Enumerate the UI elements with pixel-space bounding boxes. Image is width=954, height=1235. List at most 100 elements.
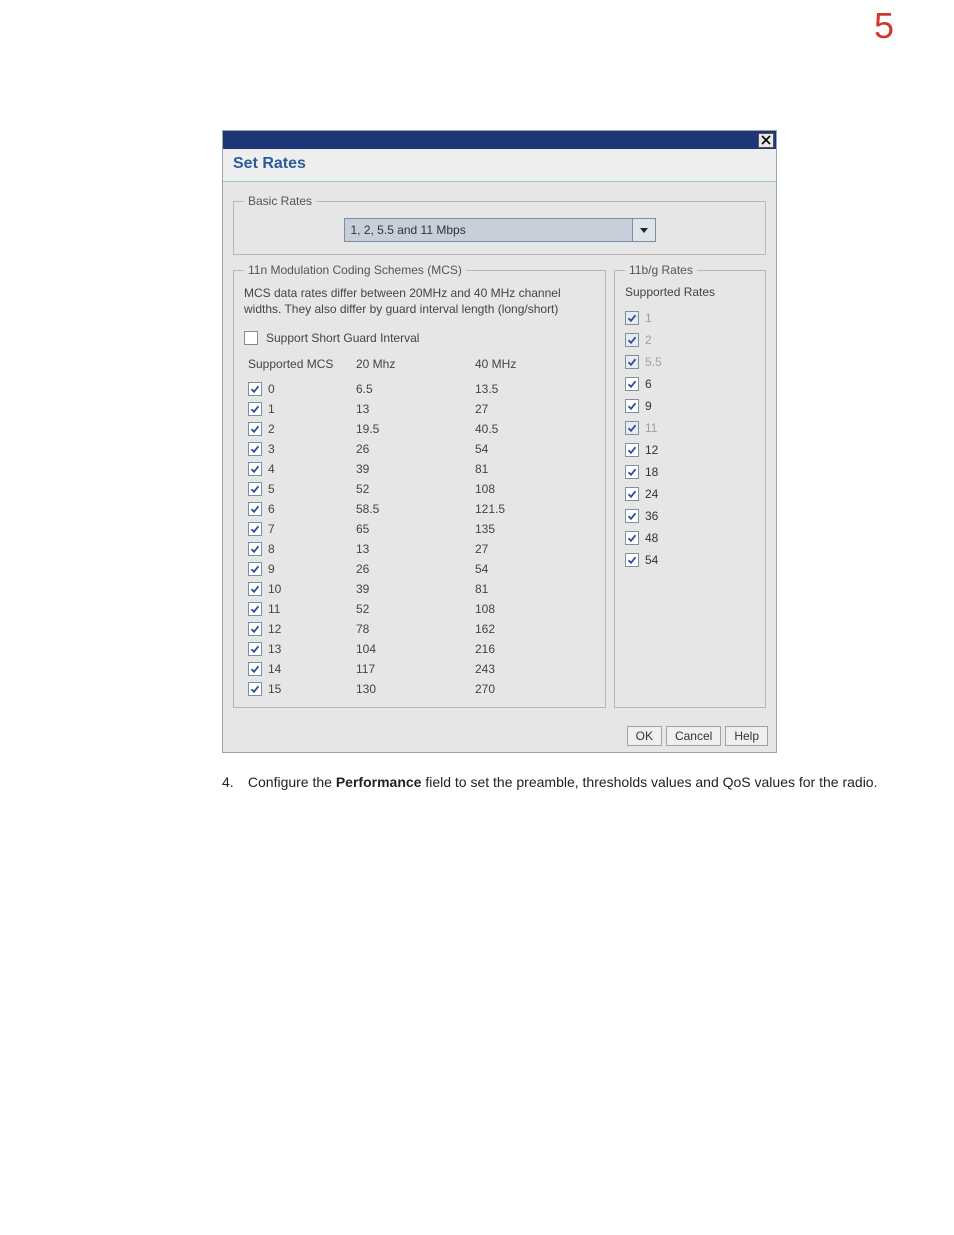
- table-row: 06.513.5: [244, 379, 595, 399]
- rate-label: 11: [645, 421, 657, 435]
- mcs-rate-20: 104: [352, 639, 471, 659]
- mcs-checkbox-2[interactable]: [248, 422, 262, 436]
- mcs-index: 13: [268, 642, 281, 656]
- basic-rates-legend: Basic Rates: [244, 194, 316, 208]
- rate-label: 24: [645, 487, 658, 501]
- mcs-index: 5: [268, 482, 275, 496]
- mcs-rate-40: 270: [471, 679, 595, 699]
- mcs-rate-40: 54: [471, 439, 595, 459]
- mcs-checkbox-4[interactable]: [248, 462, 262, 476]
- cancel-button[interactable]: Cancel: [666, 726, 721, 746]
- ok-button[interactable]: OK: [627, 726, 662, 746]
- rate-checkbox-48[interactable]: [625, 531, 639, 545]
- table-row: 765135: [244, 519, 595, 539]
- dialog-header: Set Rates: [223, 149, 776, 182]
- mcs-rate-40: 81: [471, 579, 595, 599]
- step-post: field to set the preamble, thresholds va…: [421, 774, 877, 790]
- mcs-rate-20: 130: [352, 679, 471, 699]
- dialog-title: Set Rates: [233, 155, 306, 172]
- mcs-index: 1: [268, 402, 275, 416]
- table-row: 11327: [244, 399, 595, 419]
- rate-checkbox-6[interactable]: [625, 377, 639, 391]
- mcs-rate-40: 243: [471, 659, 595, 679]
- table-row: 13 104216: [244, 639, 595, 659]
- mcs-rate-40: 27: [471, 399, 595, 419]
- mcs-checkbox-1[interactable]: [248, 402, 262, 416]
- rate-checkbox-5.5: [625, 355, 639, 369]
- mcs-index: 12: [268, 622, 281, 636]
- rate-label: 2: [645, 333, 652, 347]
- set-rates-dialog: Set Rates Basic Rates 1, 2, 5.5 and 11 M…: [222, 130, 777, 753]
- mcs-checkbox-14[interactable]: [248, 662, 262, 676]
- mcs-checkbox-13[interactable]: [248, 642, 262, 656]
- list-item: 6: [625, 373, 755, 395]
- bg-rates-legend: 11b/g Rates: [625, 263, 697, 277]
- step-pre: Configure the: [248, 774, 336, 790]
- list-item: 9: [625, 395, 755, 417]
- mcs-checkbox-11[interactable]: [248, 602, 262, 616]
- mcs-checkbox-15[interactable]: [248, 682, 262, 696]
- table-row: 552108: [244, 479, 595, 499]
- mcs-checkbox-9[interactable]: [248, 562, 262, 576]
- mcs-rate-40: 81: [471, 459, 595, 479]
- mcs-checkbox-3[interactable]: [248, 442, 262, 456]
- mcs-rate-20: 19.5: [352, 419, 471, 439]
- rate-checkbox-36[interactable]: [625, 509, 639, 523]
- mcs-index: 14: [268, 662, 281, 676]
- list-item: 36: [625, 505, 755, 527]
- rate-checkbox-12[interactable]: [625, 443, 639, 457]
- list-item: 2: [625, 329, 755, 351]
- mcs-note: MCS data rates differ between 20MHz and …: [244, 285, 595, 317]
- list-item: 18: [625, 461, 755, 483]
- rate-checkbox-18[interactable]: [625, 465, 639, 479]
- table-row: 15130270: [244, 679, 595, 699]
- table-row: 658.5121.5: [244, 499, 595, 519]
- list-item: 54: [625, 549, 755, 571]
- mcs-rate-40: 121.5: [471, 499, 595, 519]
- mcs-index: 10: [268, 582, 281, 596]
- step-number: 4.: [222, 773, 244, 793]
- mcs-checkbox-5[interactable]: [248, 482, 262, 496]
- list-item: 24: [625, 483, 755, 505]
- rate-label: 9: [645, 399, 652, 413]
- mcs-checkbox-8[interactable]: [248, 542, 262, 556]
- mcs-checkbox-10[interactable]: [248, 582, 262, 596]
- basic-rates-select[interactable]: 1, 2, 5.5 and 11 Mbps: [344, 218, 656, 242]
- mcs-col-40: 40 MHz: [471, 355, 595, 379]
- mcs-rate-20: 78: [352, 619, 471, 639]
- mcs-rate-20: 39: [352, 459, 471, 479]
- rate-checkbox-11: [625, 421, 639, 435]
- rate-checkbox-24[interactable]: [625, 487, 639, 501]
- mcs-rate-40: 40.5: [471, 419, 595, 439]
- list-item: 5.5: [625, 351, 755, 373]
- support-short-guard-checkbox[interactable]: [244, 331, 258, 345]
- table-row: 43981: [244, 459, 595, 479]
- close-icon[interactable]: [758, 133, 774, 148]
- table-row: 1152108: [244, 599, 595, 619]
- list-item: 48: [625, 527, 755, 549]
- mcs-checkbox-7[interactable]: [248, 522, 262, 536]
- rate-checkbox-9[interactable]: [625, 399, 639, 413]
- mcs-checkbox-0[interactable]: [248, 382, 262, 396]
- mcs-col-supported: Supported MCS: [244, 355, 352, 379]
- help-button[interactable]: Help: [725, 726, 768, 746]
- mcs-rate-40: 54: [471, 559, 595, 579]
- mcs-rate-40: 216: [471, 639, 595, 659]
- rate-label: 5.5: [645, 355, 662, 369]
- rate-label: 48: [645, 531, 658, 545]
- mcs-index: 11: [268, 602, 280, 616]
- basic-rates-fieldset: Basic Rates 1, 2, 5.5 and 11 Mbps: [233, 194, 766, 255]
- mcs-rate-20: 65: [352, 519, 471, 539]
- mcs-checkbox-12[interactable]: [248, 622, 262, 636]
- table-row: 12 78162: [244, 619, 595, 639]
- mcs-index: 9: [268, 562, 275, 576]
- mcs-col-20: 20 Mhz: [352, 355, 471, 379]
- mcs-index: 6: [268, 502, 275, 516]
- mcs-rate-20: 117: [352, 659, 471, 679]
- table-row: 32654: [244, 439, 595, 459]
- mcs-checkbox-6[interactable]: [248, 502, 262, 516]
- mcs-rate-40: 162: [471, 619, 595, 639]
- table-row: 14 117243: [244, 659, 595, 679]
- rate-checkbox-54[interactable]: [625, 553, 639, 567]
- mcs-index: 3: [268, 442, 275, 456]
